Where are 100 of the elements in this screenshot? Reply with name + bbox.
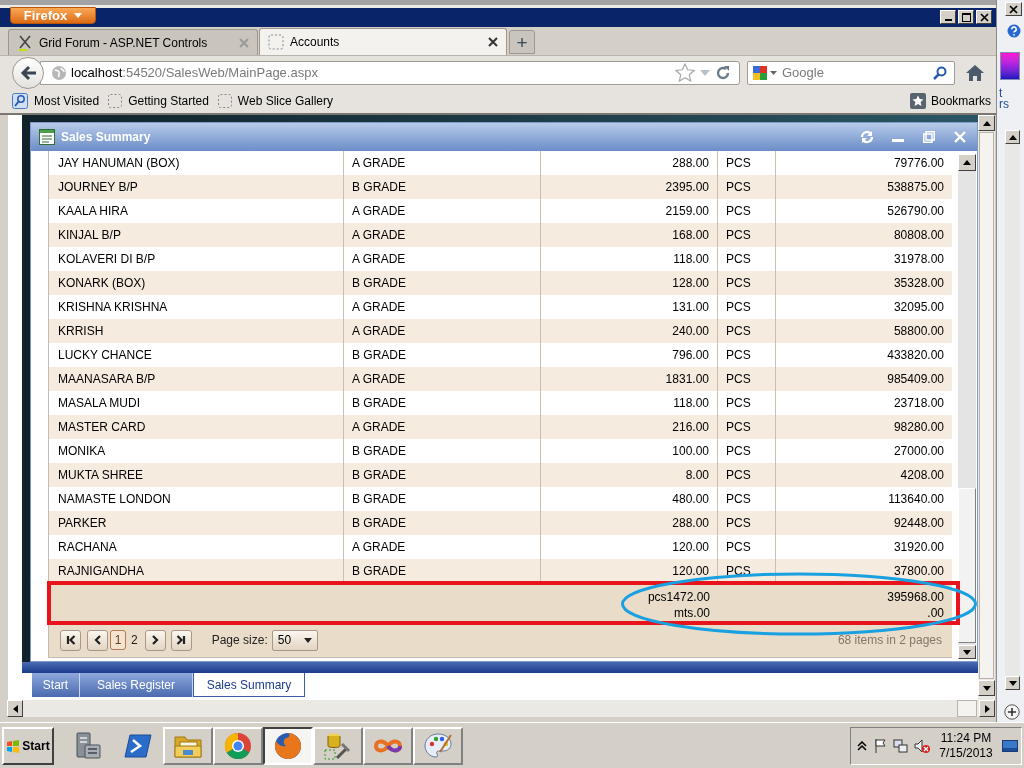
table-cell-text: 23718.00 bbox=[892, 395, 945, 412]
scroll-down-button[interactable] bbox=[1005, 676, 1020, 690]
reload-icon[interactable] bbox=[715, 64, 731, 81]
search-icon[interactable] bbox=[933, 65, 947, 80]
table-cell-text: 37800.00 bbox=[892, 563, 945, 580]
partial-text: rs bbox=[999, 99, 1009, 110]
search-field[interactable]: Google bbox=[747, 60, 955, 85]
last-page-icon bbox=[176, 635, 187, 645]
pager-summary: 68 items in 2 pages bbox=[837, 632, 942, 649]
partial-text: t bbox=[999, 88, 1004, 99]
caret-down-icon bbox=[303, 637, 312, 643]
bookmark-link[interactable]: Web Slice Gallery bbox=[217, 92, 333, 110]
refresh-icon[interactable] bbox=[860, 130, 874, 144]
scroll-left-button[interactable] bbox=[7, 700, 23, 717]
first-page-icon bbox=[65, 635, 76, 645]
blank-page-icon bbox=[217, 94, 232, 108]
bookmark-link[interactable]: Getting Started bbox=[108, 92, 209, 110]
first-page-button[interactable] bbox=[60, 629, 81, 651]
gradient-swatch bbox=[1000, 52, 1020, 80]
flag-icon[interactable] bbox=[873, 738, 887, 753]
page-size-dropdown[interactable]: 50 bbox=[271, 629, 318, 651]
back-arrow-icon bbox=[19, 64, 37, 81]
maximize-button[interactable] bbox=[958, 10, 974, 24]
footer-total: .00 bbox=[927, 605, 944, 621]
blank-page-icon bbox=[268, 34, 284, 50]
scroll-down-button[interactable] bbox=[978, 680, 995, 696]
four-pane-flag-icon bbox=[6, 738, 21, 753]
table-cell-text: 92448.00 bbox=[892, 515, 945, 532]
help-icon[interactable] bbox=[1007, 24, 1021, 38]
scroll-up-button[interactable] bbox=[978, 115, 995, 131]
table-cell-text: 80808.00 bbox=[892, 227, 945, 244]
bookmarks-menu-button[interactable]: Bookmarks bbox=[909, 92, 991, 110]
search-engine-icon[interactable] bbox=[752, 64, 768, 81]
table-cell-text: 433820.00 bbox=[886, 347, 945, 364]
app-tab[interactable]: Start bbox=[32, 673, 80, 697]
scrollbar-thumb[interactable] bbox=[957, 700, 977, 717]
table-cell-text: 31920.00 bbox=[892, 539, 945, 556]
scroll-up-button[interactable] bbox=[958, 154, 976, 171]
scroll-right-button[interactable] bbox=[979, 700, 995, 717]
last-page-button[interactable] bbox=[170, 629, 192, 651]
scroll-down-button[interactable] bbox=[958, 645, 976, 659]
minimize-button[interactable] bbox=[940, 10, 956, 24]
browser-tab[interactable]: Grid Forum - ASP.NET Controls bbox=[8, 29, 258, 55]
table-cell: 120.00 bbox=[541, 559, 718, 583]
table-cell-text: 526790.00 bbox=[886, 203, 945, 220]
table-cell-text: 35328.00 bbox=[892, 275, 945, 292]
show-desktop-icon[interactable] bbox=[1002, 739, 1018, 752]
scroll-down-icon bbox=[1008, 680, 1017, 686]
minimize-icon bbox=[944, 19, 952, 21]
caret-down-icon bbox=[74, 13, 83, 18]
app-tab[interactable]: Sales Register bbox=[80, 673, 193, 697]
crossed-lines-icon bbox=[17, 34, 33, 51]
scroll-up-button[interactable] bbox=[1005, 130, 1020, 144]
back-button[interactable] bbox=[12, 56, 44, 89]
table-cell-text: 31978.00 bbox=[892, 251, 945, 268]
table-cell-text: 27000.00 bbox=[892, 443, 945, 460]
caret-down-icon[interactable] bbox=[770, 70, 777, 75]
scroll-left-icon bbox=[12, 704, 18, 713]
new-tab-button[interactable]: + bbox=[509, 30, 535, 54]
address-field[interactable]: localhost:54520/SalesWeb/MainPage.aspx bbox=[40, 60, 740, 85]
taskbar-button[interactable] bbox=[263, 726, 313, 765]
browser-tab[interactable]: Accounts bbox=[259, 28, 507, 55]
footer-total: 395968.00 bbox=[887, 589, 944, 605]
clock-time: 11:24 PM bbox=[940, 730, 992, 746]
scroll-up-icon bbox=[982, 120, 991, 126]
chevron-up-icon[interactable] bbox=[857, 740, 867, 751]
scroll-right-icon bbox=[984, 704, 990, 713]
page-number-link[interactable]: 1 bbox=[110, 630, 126, 650]
clock-date: 7/15/2013 bbox=[939, 745, 993, 761]
restore-icon[interactable] bbox=[923, 131, 935, 143]
globe-icon bbox=[51, 64, 67, 81]
table-cell-text: 538875.00 bbox=[886, 179, 945, 196]
table-cell: RAJNIGANDHA bbox=[49, 559, 344, 583]
close-button[interactable] bbox=[976, 10, 992, 24]
page-number-link[interactable]: 2 bbox=[128, 630, 141, 650]
app-window-title: Sales Summary bbox=[61, 129, 151, 146]
bookmark-link[interactable]: Most Visited bbox=[12, 92, 100, 110]
network-icon[interactable] bbox=[893, 738, 908, 753]
close-icon bbox=[1009, 4, 1018, 14]
app-tab[interactable]: Sales Summary bbox=[193, 673, 305, 697]
previous-page-button[interactable] bbox=[87, 629, 108, 651]
next-page-button[interactable] bbox=[144, 629, 166, 651]
table-cell-text: 985409.00 bbox=[886, 371, 945, 388]
table-cell-text: 4208.00 bbox=[899, 467, 945, 484]
scrollbar-thumb[interactable] bbox=[979, 132, 994, 679]
window-icon bbox=[39, 129, 55, 145]
previous-page-icon bbox=[92, 635, 103, 645]
next-page-icon bbox=[150, 635, 161, 645]
maximize-icon bbox=[961, 12, 971, 22]
close-icon[interactable] bbox=[488, 37, 498, 47]
home-icon[interactable] bbox=[965, 63, 985, 82]
table-cell-text: 79776.00 bbox=[892, 155, 945, 172]
star-icon[interactable] bbox=[675, 63, 695, 82]
close-button[interactable] bbox=[1005, 2, 1022, 16]
close-icon bbox=[979, 12, 989, 22]
table-cell-text: 58800.00 bbox=[892, 323, 945, 340]
speaker-muted-icon[interactable] bbox=[914, 738, 930, 753]
start-button[interactable]: Start bbox=[2, 726, 54, 765]
plus-circle-icon[interactable] bbox=[1004, 704, 1020, 720]
scroll-up-icon bbox=[1008, 134, 1017, 140]
